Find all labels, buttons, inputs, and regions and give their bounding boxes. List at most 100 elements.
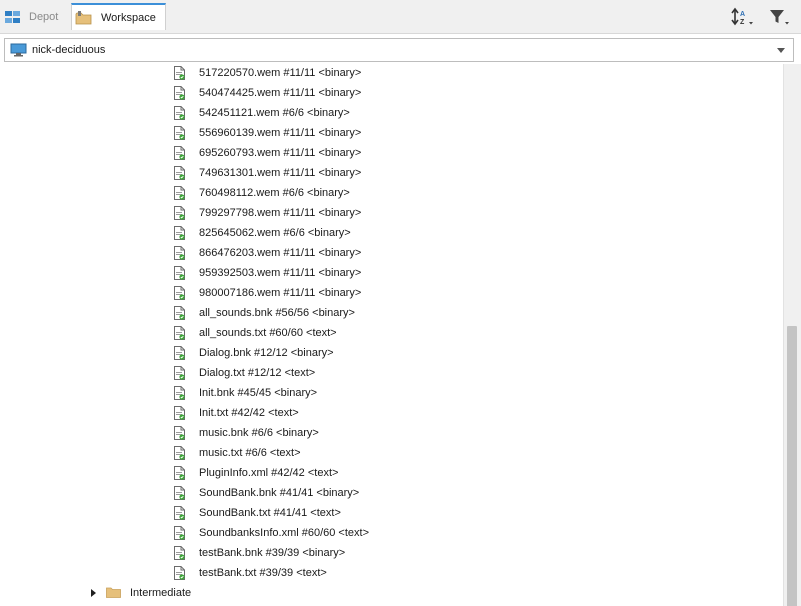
file-label: testBank.txt #39/39 <text> [199,567,327,579]
file-icon [174,526,185,540]
file-label: all_sounds.bnk #56/56 <binary> [199,307,355,319]
depot-icon [4,9,22,25]
file-icon [174,566,185,580]
file-icon [174,326,185,340]
file-label: 695260793.wem #11/11 <binary> [199,147,362,159]
file-label: 556960139.wem #11/11 <binary> [199,127,362,139]
sort-button[interactable]: A Z [729,6,755,30]
file-icon [174,486,185,500]
svg-text:A: A [740,11,745,18]
file-row[interactable]: Dialog.bnk #12/12 <binary> [0,344,783,364]
workspace-selector[interactable]: nick-deciduous [4,38,794,62]
file-row[interactable]: all_sounds.txt #60/60 <text> [0,324,783,344]
vertical-scrollbar[interactable] [783,64,801,606]
file-label: 760498112.wem #6/6 <binary> [199,187,350,199]
file-label: 866476203.wem #11/11 <binary> [199,247,362,259]
file-label: 980007186.wem #11/11 <binary> [199,287,362,299]
file-label: SoundBank.txt #41/41 <text> [199,507,341,519]
file-label: testBank.bnk #39/39 <binary> [199,547,346,559]
expand-arrow-icon[interactable] [91,589,96,597]
file-icon [174,66,185,80]
file-icon [174,246,185,260]
folder-label: Intermediate [130,587,192,599]
file-icon [174,446,185,460]
file-icon [174,306,185,320]
file-icon [174,126,185,140]
file-icon [174,546,185,560]
file-tree: 517220570.wem #11/11 <binary> 540474425.w… [0,64,783,606]
file-icon [174,506,185,520]
file-label: 799297798.wem #11/11 <binary> [199,207,362,219]
tab-workspace[interactable]: Workspace [71,3,166,30]
file-row[interactable]: 542451121.wem #6/6 <binary> [0,104,783,124]
file-row[interactable]: Init.txt #42/42 <text> [0,404,783,424]
file-icon [174,406,185,420]
file-icon [174,166,185,180]
file-row[interactable]: 959392503.wem #11/11 <binary> [0,264,783,284]
svg-text:Z: Z [740,19,745,26]
folder-row[interactable]: Intermediate [0,584,783,604]
file-label: 542451121.wem #6/6 <binary> [199,107,350,119]
file-row[interactable]: 695260793.wem #11/11 <binary> [0,144,783,164]
file-row[interactable]: Init.bnk #45/45 <binary> [0,384,783,404]
file-icon [174,186,185,200]
tab-depot[interactable]: Depot [0,4,68,30]
file-row[interactable]: 749631301.wem #11/11 <binary> [0,164,783,184]
file-icon [174,466,185,480]
filter-button[interactable] [766,6,792,30]
file-row[interactable]: 556960139.wem #11/11 <binary> [0,124,783,144]
tab-bar: Depot Workspace A Z [0,0,801,34]
sort-az-icon: A Z [730,7,754,30]
file-label: SoundBank.bnk #41/41 <binary> [199,487,360,499]
file-row[interactable]: SoundbanksInfo.xml #60/60 <text> [0,524,783,544]
file-icon [174,386,185,400]
file-icon [174,426,185,440]
file-row[interactable]: PluginInfo.xml #42/42 <text> [0,464,783,484]
file-label: all_sounds.txt #60/60 <text> [199,327,337,339]
file-row[interactable]: 866476203.wem #11/11 <binary> [0,244,783,264]
file-label: SoundbanksInfo.xml #60/60 <text> [199,527,370,539]
file-label: Dialog.txt #12/12 <text> [199,367,316,379]
file-row[interactable]: testBank.txt #39/39 <text> [0,564,783,584]
file-icon [174,266,185,280]
file-icon [174,346,185,360]
file-row[interactable]: 760498112.wem #6/6 <binary> [0,184,783,204]
workspace-icon [75,10,93,26]
file-icon [174,366,185,380]
file-label: 540474425.wem #11/11 <binary> [199,87,362,99]
file-row[interactable]: SoundBank.txt #41/41 <text> [0,504,783,524]
chevron-down-icon[interactable] [777,48,785,53]
filter-icon [767,7,791,30]
file-icon [174,226,185,240]
tab-workspace-label: Workspace [101,11,156,24]
file-row[interactable]: Dialog.txt #12/12 <text> [0,364,783,384]
file-label: music.bnk #6/6 <binary> [199,427,319,439]
file-label: 825645062.wem #6/6 <binary> [199,227,351,239]
file-icon [174,86,185,100]
file-icon [174,106,185,120]
file-row[interactable]: 980007186.wem #11/11 <binary> [0,284,783,304]
file-row[interactable]: 540474425.wem #11/11 <binary> [0,84,783,104]
file-row[interactable]: SoundBank.bnk #41/41 <binary> [0,484,783,504]
file-label: Dialog.bnk #12/12 <binary> [199,347,334,359]
tab-depot-label: Depot [29,11,59,23]
file-label: 749631301.wem #11/11 <binary> [199,167,362,179]
file-row[interactable]: all_sounds.bnk #56/56 <binary> [0,304,783,324]
file-label: Init.bnk #45/45 <binary> [199,387,318,399]
scrollbar-thumb[interactable] [787,326,797,606]
file-label: music.txt #6/6 <text> [199,447,301,459]
file-label: 959392503.wem #11/11 <binary> [199,267,362,279]
folder-icon [106,587,121,598]
file-row[interactable]: 799297798.wem #11/11 <binary> [0,204,783,224]
file-row[interactable]: 825645062.wem #6/6 <binary> [0,224,783,244]
file-row[interactable]: music.txt #6/6 <text> [0,444,783,464]
workspace-selector-value: nick-deciduous [32,44,106,56]
file-row[interactable]: 517220570.wem #11/11 <binary> [0,64,783,84]
file-icon [174,146,185,160]
file-label: Init.txt #42/42 <text> [199,407,299,419]
file-label: PluginInfo.xml #42/42 <text> [199,467,339,479]
file-icon [174,286,185,300]
file-row[interactable]: music.bnk #6/6 <binary> [0,424,783,444]
file-icon [174,206,185,220]
file-row[interactable]: testBank.bnk #39/39 <binary> [0,544,783,564]
